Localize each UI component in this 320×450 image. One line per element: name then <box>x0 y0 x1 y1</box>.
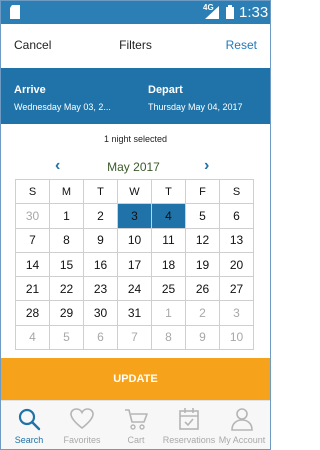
weekday-header: M <box>50 180 84 205</box>
calendar-grid: S M T W T F S 30 1 2 3 4 5 6 7 8 9 10 11 12 13 14 15 16 17 18 19 20… <box>15 179 254 351</box>
calendar-day[interactable]: 14 <box>16 252 50 278</box>
calendar-day[interactable]: 4 <box>16 325 50 351</box>
cancel-button[interactable]: Cancel <box>14 38 51 52</box>
calendar-day[interactable]: 8 <box>50 228 84 253</box>
calendar-day[interactable]: 9 <box>186 325 220 351</box>
depart-label: Depart <box>148 84 183 96</box>
weekday-header: S <box>16 180 50 205</box>
calendar-day[interactable]: 5 <box>186 204 220 229</box>
next-month-button[interactable]: › <box>204 157 209 175</box>
weekday-header: T <box>84 180 118 205</box>
calendar-day[interactable]: 8 <box>152 325 186 351</box>
weekday-header: F <box>186 180 220 205</box>
calendar-day[interactable]: 17 <box>118 252 152 278</box>
calendar-day[interactable]: 9 <box>84 228 118 253</box>
calendar-day[interactable]: 16 <box>84 252 118 278</box>
tab-favorites[interactable]: Favorites <box>55 401 109 450</box>
calendar-day[interactable]: 23 <box>84 277 118 302</box>
calendar-day[interactable]: 1 <box>152 301 186 326</box>
calendar-day[interactable]: 27 <box>220 277 254 302</box>
signal-icon <box>205 6 219 19</box>
calendar-day[interactable]: 11 <box>152 228 186 253</box>
calendar-day-selected[interactable]: 4 <box>152 204 186 229</box>
calendar-day[interactable]: 13 <box>220 228 254 253</box>
calendar-day[interactable]: 10 <box>220 325 254 351</box>
calendar-day[interactable]: 2 <box>84 204 118 229</box>
status-bar: 4G 1:33 <box>0 0 271 24</box>
tab-reservations[interactable]: Reservations <box>162 401 216 450</box>
depart-value: Thursday May 04, 2017 <box>148 102 243 112</box>
calendar-day[interactable]: 19 <box>186 252 220 278</box>
search-icon <box>18 408 41 431</box>
calendar-day[interactable]: 1 <box>50 204 84 229</box>
weekday-header: S <box>220 180 254 205</box>
calendar-day[interactable]: 28 <box>16 301 50 326</box>
calendar-day[interactable]: 10 <box>118 228 152 253</box>
sd-card-icon <box>10 5 20 19</box>
tab-label: Favorites <box>63 435 101 445</box>
calendar-day[interactable]: 30 <box>16 204 50 229</box>
weekday-header: T <box>152 180 186 205</box>
status-time: 1:33 <box>239 4 269 21</box>
calendar-header: ‹ May 2017 › <box>15 155 252 179</box>
calendar-day[interactable]: 22 <box>50 277 84 302</box>
arrive-value: Wednesday May 03, 2... <box>14 102 111 112</box>
calendar-day-selected[interactable]: 3 <box>118 204 152 229</box>
calendar-day[interactable]: 20 <box>220 252 254 278</box>
arrive-field[interactable]: Arrive Wednesday May 03, 2... <box>14 84 126 112</box>
tab-search[interactable]: Search <box>2 401 56 450</box>
calendar-day[interactable]: 7 <box>16 228 50 253</box>
person-icon <box>231 408 253 431</box>
calendar-check-icon <box>179 408 199 430</box>
calendar-day[interactable]: 12 <box>186 228 220 253</box>
calendar-day[interactable]: 15 <box>50 252 84 278</box>
update-button-label: UPDATE <box>113 373 158 385</box>
weekday-header: W <box>118 180 152 205</box>
calendar-day[interactable]: 29 <box>50 301 84 326</box>
heart-icon <box>70 408 94 430</box>
calendar-day[interactable]: 18 <box>152 252 186 278</box>
bottom-tab-bar: Search Favorites Cart Reservations My Ac… <box>0 400 271 450</box>
tab-label: My Account <box>218 435 266 445</box>
calendar-day[interactable]: 30 <box>84 301 118 326</box>
calendar-day[interactable]: 31 <box>118 301 152 326</box>
calendar-day[interactable]: 26 <box>186 277 220 302</box>
month-label: May 2017 <box>107 160 160 174</box>
calendar-day[interactable]: 5 <box>50 325 84 351</box>
calendar-day[interactable]: 25 <box>152 277 186 302</box>
calendar-day[interactable]: 7 <box>118 325 152 351</box>
calendar-day[interactable]: 6 <box>84 325 118 351</box>
calendar-day[interactable]: 21 <box>16 277 50 302</box>
date-range-band: Arrive Wednesday May 03, 2... Depart Thu… <box>0 68 271 124</box>
battery-icon <box>226 5 234 19</box>
filters-header: Filters Cancel Reset <box>0 24 271 68</box>
tab-cart[interactable]: Cart <box>109 401 163 450</box>
calendar-day[interactable]: 6 <box>220 204 254 229</box>
calendar-day[interactable]: 3 <box>220 301 254 326</box>
calendar-day[interactable]: 2 <box>186 301 220 326</box>
update-button[interactable]: UPDATE <box>0 358 271 400</box>
nights-selected-text: 1 night selected <box>103 134 168 144</box>
calendar-day[interactable]: 24 <box>118 277 152 302</box>
arrive-label: Arrive <box>14 84 46 96</box>
cart-icon <box>125 409 148 430</box>
depart-field[interactable]: Depart Thursday May 04, 2017 <box>148 84 266 112</box>
reset-button[interactable]: Reset <box>226 38 257 52</box>
tab-my-account[interactable]: My Account <box>215 401 269 450</box>
